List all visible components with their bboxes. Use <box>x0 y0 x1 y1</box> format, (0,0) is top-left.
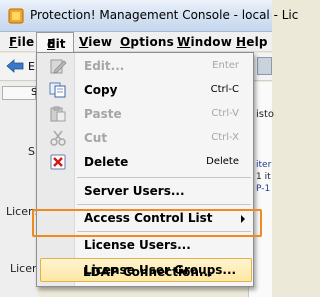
menu-item-ldap-connection[interactable] <box>37 282 253 288</box>
toolbar-label: E <box>28 60 35 73</box>
copy-icon <box>49 82 66 98</box>
highlight-outline <box>32 209 262 237</box>
menu-file[interactable]: File <box>9 35 34 49</box>
cut-icon <box>50 130 66 146</box>
right-fragment-4: P-1 <box>256 184 271 194</box>
menu-help[interactable]: Help <box>236 35 268 49</box>
right-fragment-1: isto <box>256 109 275 120</box>
menu-item-copy[interactable]: Copy Ctrl-C <box>37 78 253 102</box>
paste-icon <box>50 106 66 122</box>
menu-item-ldap-connection-label[interactable]: LDAP Connection... <box>83 265 213 279</box>
app-logo-icon <box>8 8 24 24</box>
right-fragment-2: iter <box>256 160 272 170</box>
edit-menu-dropdown: Edit... Enter Copy Ctrl-C Paste Ctrl-V C… <box>36 52 254 287</box>
window-title: Protection! Management Console - local -… <box>30 8 299 22</box>
menu-view[interactable]: View <box>79 35 112 49</box>
left-tab[interactable]: S <box>2 86 37 100</box>
left-label-3: Licen <box>10 262 39 275</box>
menu-item-server-users[interactable]: Server Users... <box>37 179 253 203</box>
title-bar: Protection! Management Console - local -… <box>0 0 298 32</box>
toolbar-right-icon[interactable] <box>257 57 272 75</box>
back-arrow-icon[interactable] <box>6 59 24 73</box>
menu-separator <box>77 204 251 205</box>
menu-item-paste[interactable]: Paste Ctrl-V <box>37 102 253 126</box>
menu-edit[interactable]: Edit <box>36 32 74 53</box>
right-fragment-3: 1 it <box>256 172 271 182</box>
menu-separator <box>77 177 251 178</box>
menu-item-delete[interactable]: Delete Delete <box>37 150 253 174</box>
menu-window[interactable]: Window <box>177 35 232 49</box>
menu-item-edit[interactable]: Edit... Enter <box>37 54 253 78</box>
menu-options[interactable]: Options <box>120 35 174 49</box>
left-label-1: S <box>28 145 35 158</box>
menu-item-cut[interactable]: Cut Ctrl-X <box>37 126 253 150</box>
edit-icon <box>50 59 67 74</box>
delete-icon <box>50 154 66 170</box>
